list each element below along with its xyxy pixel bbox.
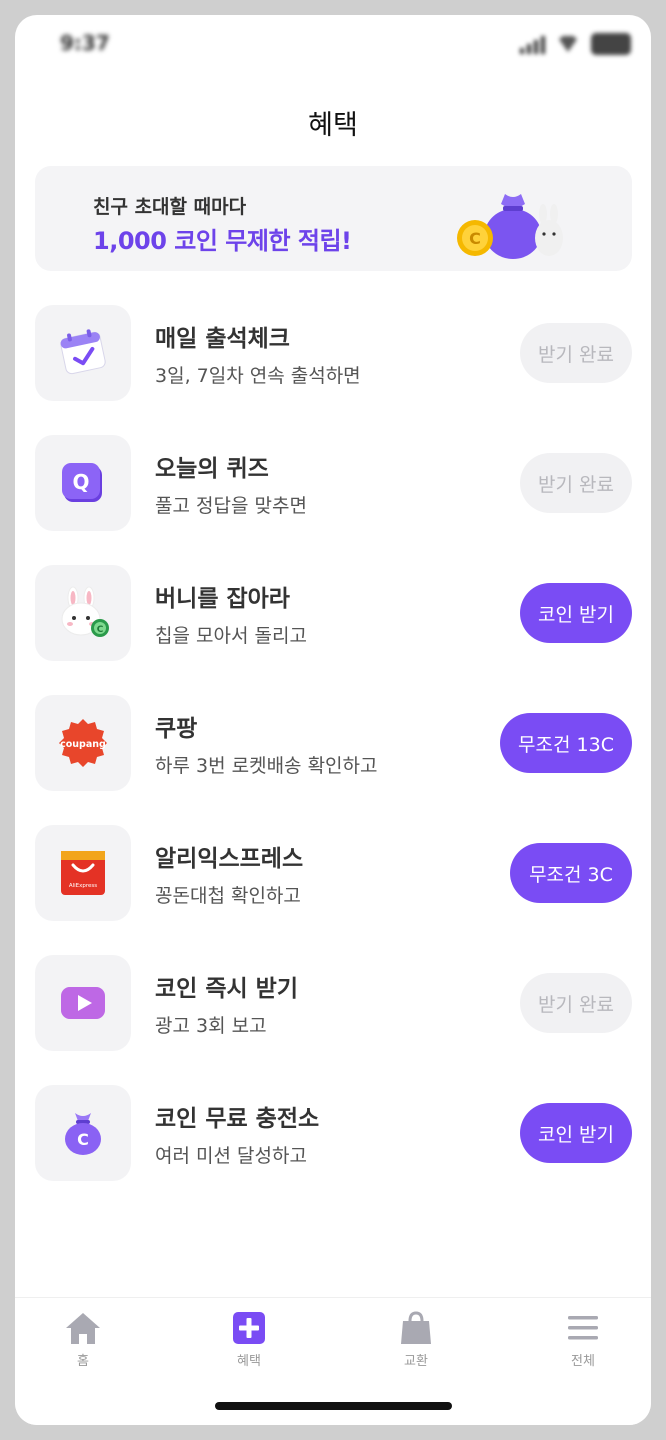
coin-bag-bunny-illustration: C — [457, 194, 563, 259]
list-item-quiz[interactable]: Q 오늘의 퀴즈 풀고 정답을 맞추면 받기 완료 — [35, 435, 632, 531]
list-item-charging-station[interactable]: C 코인 무료 충전소 여러 미션 달성하고 코인 받기 — [35, 1085, 632, 1181]
menu-icon — [568, 1316, 598, 1340]
unconditional-coin-button[interactable]: 무조건 3C — [510, 843, 632, 903]
wifi-icon — [559, 36, 577, 52]
tab-label: 전체 — [571, 1354, 595, 1369]
tile: coupang — [35, 695, 131, 791]
battery-icon — [591, 33, 631, 55]
item-title: 알리익스프레스 — [155, 846, 304, 872]
tab-exchange[interactable]: 교환 — [356, 1310, 476, 1369]
item-subtitle: 칩을 모아서 돌리고 — [155, 625, 307, 647]
svg-text:C: C — [97, 625, 104, 635]
svg-text:AliExpress: AliExpress — [69, 883, 97, 889]
svg-text:C: C — [469, 229, 481, 248]
item-subtitle: 풀고 정답을 맞추면 — [155, 495, 307, 517]
claim-done-button[interactable]: 받기 완료 — [520, 323, 632, 383]
tab-all[interactable]: 전체 — [523, 1310, 643, 1369]
tile — [35, 305, 131, 401]
item-subtitle: 3일, 7일차 연속 출석하면 — [155, 365, 361, 387]
list-item-instant-coin[interactable]: 코인 즉시 받기 광고 3회 보고 받기 완료 — [35, 955, 632, 1051]
tab-label: 홈 — [77, 1354, 89, 1369]
unconditional-coin-button[interactable]: 무조건 13C — [500, 713, 632, 773]
item-subtitle: 광고 3회 보고 — [155, 1015, 267, 1037]
list-item-bunny[interactable]: C 버니를 잡아라 칩을 모아서 돌리고 코인 받기 — [35, 565, 632, 661]
item-subtitle: 여러 미션 달성하고 — [155, 1145, 307, 1167]
tile — [35, 955, 131, 1051]
svg-text:C: C — [77, 1130, 89, 1149]
svg-text:Q: Q — [72, 470, 89, 494]
tile: Q — [35, 435, 131, 531]
phone-screen: 9:37 혜택 친구 초대할 때마다 1,000 코인 무제한 적립! C 매일… — [15, 15, 651, 1425]
video-play-icon — [61, 987, 105, 1019]
get-coin-button[interactable]: 코인 받기 — [520, 583, 632, 643]
status-time: 9:37 — [60, 31, 110, 55]
home-icon — [66, 1313, 100, 1344]
item-title: 매일 출석체크 — [155, 326, 290, 352]
item-title: 쿠팡 — [155, 716, 198, 742]
quiz-q-icon: Q — [62, 463, 102, 502]
coupang-icon: coupang — [59, 719, 107, 767]
tab-benefits[interactable]: 혜택 — [189, 1310, 309, 1369]
plus-square-icon — [233, 1312, 265, 1344]
tab-label: 혜택 — [237, 1354, 261, 1369]
shopping-bag-icon — [401, 1311, 431, 1344]
page-title: 혜택 — [308, 110, 358, 141]
item-title: 코인 즉시 받기 — [155, 976, 298, 1002]
item-subtitle: 꽁돈대첩 확인하고 — [155, 885, 301, 907]
tab-home[interactable]: 홈 — [23, 1310, 143, 1369]
status-icons — [520, 33, 631, 55]
bunny-icon: C — [61, 586, 109, 637]
aliexpress-icon: AliExpress — [61, 851, 105, 895]
signal-icon — [520, 34, 545, 54]
claim-done-button[interactable]: 받기 완료 — [520, 453, 632, 513]
list-item-aliexpress[interactable]: AliExpress 알리익스프레스 꽁돈대첩 확인하고 무조건 3C — [35, 825, 632, 921]
home-indicator[interactable] — [215, 1402, 452, 1410]
tile: C — [35, 565, 131, 661]
claim-done-button[interactable]: 받기 완료 — [520, 973, 632, 1033]
status-bar: 9:37 — [15, 15, 651, 75]
list-item-attendance[interactable]: 매일 출석체크 3일, 7일차 연속 출석하면 받기 완료 — [35, 305, 632, 401]
tile: C — [35, 1085, 131, 1181]
banner-line2: 1,000 코인 무제한 적립! — [93, 227, 352, 255]
coin-bag-icon: C — [65, 1113, 101, 1155]
item-subtitle: 하루 3번 로켓배송 확인하고 — [155, 755, 378, 777]
svg-text:coupang: coupang — [60, 739, 106, 750]
get-coin-button[interactable]: 코인 받기 — [520, 1103, 632, 1163]
item-title: 버니를 잡아라 — [155, 586, 290, 612]
item-title: 오늘의 퀴즈 — [155, 456, 269, 482]
tile: AliExpress — [35, 825, 131, 921]
item-title: 코인 무료 충전소 — [155, 1106, 320, 1132]
banner-line1: 친구 초대할 때마다 — [93, 196, 247, 218]
calendar-check-icon — [60, 329, 106, 375]
list-item-coupang[interactable]: coupang 쿠팡 하루 3번 로켓배송 확인하고 무조건 13C — [35, 695, 632, 791]
invite-banner[interactable]: 친구 초대할 때마다 1,000 코인 무제한 적립! C — [35, 166, 632, 271]
tab-label: 교환 — [404, 1354, 428, 1369]
